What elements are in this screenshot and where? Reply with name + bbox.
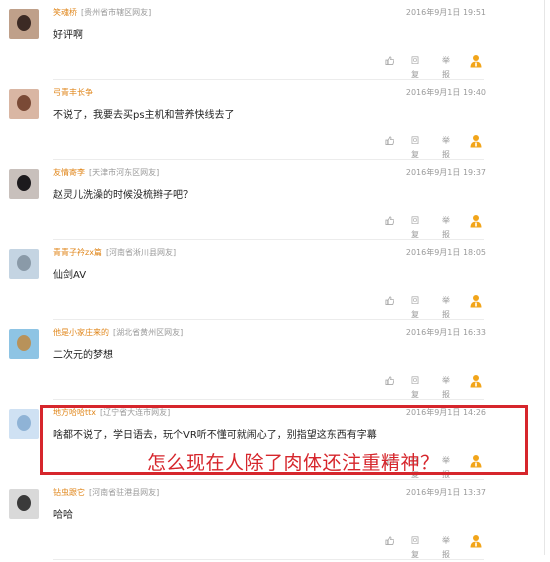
thumbs-up-icon[interactable] — [385, 56, 394, 65]
comment-content: 赵灵儿洗澡的时候没梳辫子吧？ — [53, 190, 193, 201]
avatar-figure — [17, 255, 31, 271]
avatar-figure — [17, 95, 31, 111]
thumbs-up-icon[interactable] — [385, 136, 394, 145]
comment-item: 笑魂桥 [贵州省市辖区网友] 2016年9月1日 19:51 好评啊 回复 举报 — [0, 0, 550, 80]
avatar[interactable] — [9, 489, 39, 519]
avatar[interactable] — [9, 249, 39, 279]
avatar-figure — [17, 15, 31, 31]
avatar[interactable] — [9, 169, 39, 199]
comment-header: 笑魂桥 [贵州省市辖区网友] — [53, 7, 151, 19]
avatar-figure — [17, 415, 31, 431]
user-location: [河南省淅川县网友] — [105, 248, 177, 257]
comment-content: 仙剑AV — [53, 270, 87, 281]
annotation-text: 怎么现在人除了肉体还注重精神？ — [147, 452, 440, 474]
user-icon[interactable] — [470, 374, 482, 388]
user-location: [贵州省市辖区网友] — [81, 8, 152, 17]
comment-content: 不说了，我要去买ps主机和营养快线去了 — [53, 110, 235, 121]
user-icon[interactable] — [470, 534, 482, 548]
avatar-figure — [17, 175, 31, 191]
username-link[interactable]: 笑魂桥 — [53, 8, 77, 17]
comment-time: 2016年9月1日 19:40 — [405, 88, 486, 97]
comment-content: 好评啊 — [53, 30, 83, 41]
thumbs-up-icon[interactable] — [385, 216, 394, 225]
reply-button[interactable]: 回复 — [411, 374, 419, 402]
reply-button[interactable]: 回复 — [411, 54, 419, 82]
comment-header: 他是小家庄来的 [湖北省黄州区网友] — [53, 327, 183, 339]
username-link[interactable]: 友情寄李 — [53, 168, 85, 177]
report-button[interactable]: 举报 — [442, 534, 450, 562]
report-button[interactable]: 举报 — [442, 134, 450, 162]
reply-button[interactable]: 回复 — [411, 134, 419, 162]
user-icon[interactable] — [470, 214, 482, 228]
thumbs-up-icon[interactable] — [385, 376, 394, 385]
comment-item: 钻虫跟它 [河南省驻港县网友] 2016年9月1日 13:37 哈哈 回复 举报 — [0, 480, 550, 560]
thumbs-up-icon[interactable] — [385, 296, 394, 305]
report-button[interactable]: 举报 — [442, 374, 450, 402]
user-location: [湖北省黄州区网友] — [113, 328, 184, 337]
avatar[interactable] — [9, 9, 39, 39]
report-button[interactable]: 举报 — [442, 54, 450, 82]
username-link[interactable]: 他是小家庄来的 — [53, 328, 109, 337]
comment-header: 钻虫跟它 [河南省驻港县网友] — [53, 487, 159, 499]
user-icon[interactable] — [470, 134, 482, 148]
report-button[interactable]: 举报 — [442, 214, 450, 242]
user-location: [天津市河东区网友] — [89, 168, 160, 177]
report-button[interactable]: 举报 — [442, 294, 450, 322]
reply-button[interactable]: 回复 — [411, 214, 419, 242]
avatar-figure — [17, 335, 31, 351]
avatar[interactable] — [9, 89, 39, 119]
user-icon[interactable] — [470, 294, 482, 308]
avatar[interactable] — [9, 409, 39, 439]
comment-content: 哈哈 — [53, 510, 73, 521]
comment-item: 青青子衿zx篇 [河南省淅川县网友] 2016年9月1日 18:05 仙剑AV 回… — [0, 240, 550, 320]
comment-header: 青青子衿zx篇 [河南省淅川县网友] — [53, 247, 176, 259]
comment-time: 2016年9月1日 18:05 — [405, 248, 486, 257]
avatar-figure — [17, 495, 31, 511]
user-icon[interactable] — [470, 54, 482, 68]
comment-item: 他是小家庄来的 [湖北省黄州区网友] 2016年9月1日 16:33 二次元的梦想… — [0, 320, 550, 400]
user-location: [河南省驻港县网友] — [89, 488, 160, 497]
comment-item: 友情寄李 [天津市河东区网友] 2016年9月1日 19:37 赵灵儿洗澡的时候没… — [0, 160, 550, 240]
avatar[interactable] — [9, 329, 39, 359]
reply-button[interactable]: 回复 — [411, 534, 419, 562]
comment-item: 弓青丰长争 2016年9月1日 19:40 不说了，我要去买ps主机和营养快线去… — [0, 80, 550, 160]
reply-button[interactable]: 回复 — [411, 294, 419, 322]
comment-time: 2016年9月1日 16:33 — [405, 328, 486, 337]
comment-header: 友情寄李 [天津市河东区网友] — [53, 167, 159, 179]
comment-divider — [53, 559, 484, 560]
comment-time: 2016年9月1日 13:37 — [405, 488, 486, 497]
username-link[interactable]: 青青子衿zx篇 — [53, 248, 102, 257]
username-link[interactable]: 弓青丰长争 — [53, 88, 93, 97]
username-link[interactable]: 钻虫跟它 — [53, 488, 85, 497]
comment-header: 弓青丰长争 — [53, 87, 97, 99]
thumbs-up-icon[interactable] — [385, 536, 394, 545]
comment-time: 2016年9月1日 19:51 — [405, 8, 486, 17]
comment-time: 2016年9月1日 19:37 — [405, 168, 486, 177]
comment-content: 二次元的梦想 — [53, 350, 113, 361]
